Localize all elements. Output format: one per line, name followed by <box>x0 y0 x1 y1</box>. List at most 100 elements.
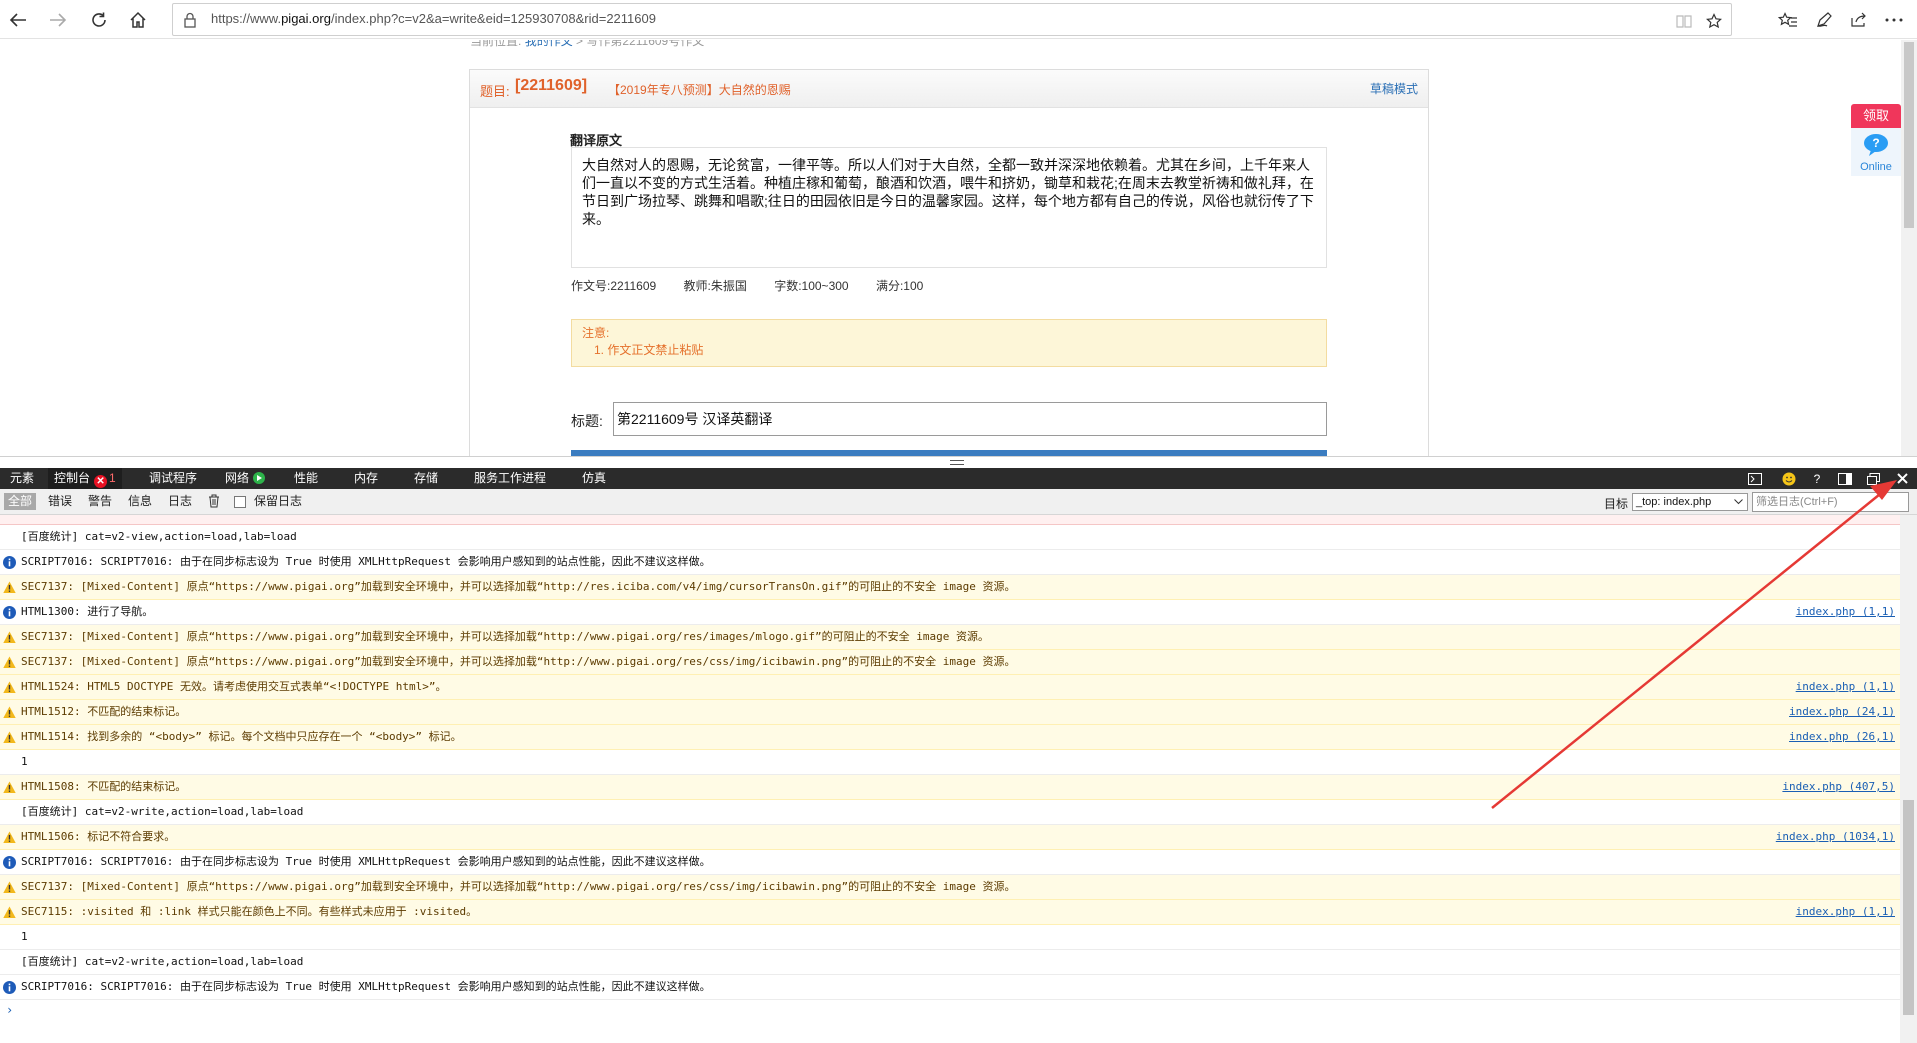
devtools-tab-bar: 元素 控制台 ✕ 1 调试程序 网络 性能 内存 存储 服务工作进程 仿真 ? <box>0 468 1917 489</box>
online-support-button[interactable]: ? Online <box>1851 128 1901 176</box>
favorites-icon <box>1778 12 1797 27</box>
back-button[interactable] <box>2 4 34 36</box>
arrow-left-icon <box>9 13 26 27</box>
tab-debugger[interactable]: 调试程序 <box>143 468 203 489</box>
address-bar[interactable]: https://www.pigai.org/index.php?c=v2&a=w… <box>172 3 1732 36</box>
error-badge-icon: ✕ <box>94 475 108 488</box>
tab-memory[interactable]: 内存 <box>348 468 384 489</box>
dock-button[interactable] <box>1836 470 1854 487</box>
page-scrollbar[interactable] <box>1901 40 1917 456</box>
tab-performance[interactable]: 性能 <box>288 468 324 489</box>
browser-toolbar: https://www.pigai.org/index.php?c=v2&a=w… <box>0 0 1917 39</box>
console-message: HTML1506: 标记不符合要求。 <box>21 830 176 843</box>
share-icon <box>1851 12 1866 27</box>
console-row: SEC7137: [Mixed-Content] 原点“https://www.… <box>0 575 1900 600</box>
source-link[interactable]: index.php (1,1) <box>1796 600 1895 624</box>
favorite-button[interactable] <box>1703 10 1725 32</box>
share-button[interactable] <box>1843 4 1875 36</box>
console-row: HTML1300: 进行了导航。 index.php (1,1) <box>0 600 1900 625</box>
page-scrollbar-thumb[interactable] <box>1904 42 1914 228</box>
refresh-icon <box>92 12 106 27</box>
pen-icon <box>1817 12 1832 27</box>
recording-icon <box>253 472 266 484</box>
draft-mode-link[interactable]: 草稿模式 <box>1370 80 1418 97</box>
tab-network[interactable]: 网络 <box>219 468 271 489</box>
console-prompt[interactable]: › <box>6 1003 13 1017</box>
tab-console[interactable]: 控制台 ✕ 1 <box>48 468 122 489</box>
notice-title: 注意: <box>582 326 610 340</box>
warning-icon <box>3 681 16 694</box>
filter-logs[interactable]: 日志 <box>164 493 196 510</box>
feedback-button[interactable] <box>1780 470 1798 487</box>
tab-service-workers[interactable]: 服务工作进程 <box>468 468 552 489</box>
console-message: SEC7137: [Mixed-Content] 原点“https://www.… <box>21 880 1016 893</box>
title-input[interactable] <box>613 402 1327 436</box>
tab-emulation[interactable]: 仿真 <box>576 468 612 489</box>
filter-info[interactable]: 信息 <box>124 493 156 510</box>
help-icon: ? <box>1813 471 1821 486</box>
source-link[interactable]: index.php (1,1) <box>1796 900 1895 924</box>
console-row: SEC7137: [Mixed-Content] 原点“https://www.… <box>0 625 1900 650</box>
notice-item: 1. 作文正文禁止粘贴 <box>594 343 704 357</box>
chevron-down-icon <box>1734 499 1743 505</box>
clear-console-button[interactable] <box>204 493 224 510</box>
url-text[interactable]: https://www.pigai.org/index.php?c=v2&a=w… <box>211 11 656 26</box>
console-message: HTML1300: 进行了导航。 <box>21 605 154 618</box>
trash-icon <box>209 494 219 508</box>
tab-storage[interactable]: 存储 <box>408 468 444 489</box>
source-link[interactable]: index.php (407,5) <box>1782 775 1895 799</box>
console-row: SCRIPT7016: SCRIPT7016: 由于在同步标志设为 True 时… <box>0 975 1900 1000</box>
forward-button[interactable] <box>42 4 74 36</box>
target-select[interactable]: _top: index.php <box>1632 493 1748 511</box>
tab-elements[interactable]: 元素 <box>4 468 40 489</box>
console-row: [百度统计] cat=v2-write,action=load,lab=load <box>0 800 1900 825</box>
get-button[interactable]: 领取 <box>1851 104 1901 128</box>
console-row: HTML1506: 标记不符合要求。 index.php (1034,1) <box>0 825 1900 850</box>
console-scrollbar[interactable] <box>1900 515 1917 1043</box>
more-button[interactable] <box>1878 4 1910 36</box>
floating-widget[interactable]: 领取 ? Online <box>1851 104 1901 186</box>
smiley-icon <box>1782 472 1796 485</box>
svg-text:?: ? <box>1872 136 1879 150</box>
source-link[interactable]: index.php (24,1) <box>1789 700 1895 724</box>
reading-view-button[interactable] <box>1673 10 1695 32</box>
console-message: HTML1508: 不匹配的结束标记。 <box>21 780 187 793</box>
console-filter-input[interactable]: 筛选日志(Ctrl+F) <box>1752 492 1909 512</box>
splitter-grip-icon[interactable] <box>950 460 964 465</box>
warning-icon <box>3 781 16 794</box>
lock-icon[interactable] <box>183 12 197 28</box>
console-scrollbar-thumb[interactable] <box>1903 800 1914 1015</box>
topic-label: 题目: <box>480 84 510 99</box>
close-devtools-button[interactable] <box>1893 470 1911 487</box>
dock-icon <box>1838 472 1852 485</box>
favorites-button[interactable] <box>1772 4 1804 36</box>
console-row: [百度统计] cat=v2-view,action=load,lab=load <box>0 525 1900 550</box>
keep-log-label[interactable]: 保留日志 <box>250 493 306 510</box>
filter-warnings[interactable]: 警告 <box>84 493 116 510</box>
keep-log-checkbox[interactable] <box>234 496 246 508</box>
home-button[interactable] <box>122 4 154 36</box>
warning-icon <box>3 731 16 744</box>
topic-title: 【2019年专八预测】大自然的恩赐 <box>608 83 791 97</box>
console-message: HTML1512: 不匹配的结束标记。 <box>21 705 187 718</box>
console-toggle-button[interactable] <box>1746 470 1764 487</box>
console-message: HTML1524: HTML5 DOCTYPE 无效。请考虑使用交互式表单“<!… <box>21 680 447 693</box>
console-row: HTML1512: 不匹配的结束标记。 index.php (24,1) <box>0 700 1900 725</box>
help-button[interactable]: ? <box>1808 470 1826 487</box>
source-link[interactable]: index.php (1,1) <box>1796 675 1895 699</box>
console-message: SCRIPT7016: SCRIPT7016: 由于在同步标志设为 True 时… <box>21 855 711 868</box>
word-count: 字数:100~300 <box>774 279 849 293</box>
source-link[interactable]: index.php (26,1) <box>1789 725 1895 749</box>
filter-errors[interactable]: 错误 <box>44 493 76 510</box>
refresh-button[interactable] <box>83 4 115 36</box>
original-text: 大自然对人的恩赐，无论贫富，一律平等。所以人们对于大自然，全都一致并深深地依赖着… <box>571 147 1327 268</box>
console-message: [百度统计] cat=v2-write,action=load,lab=load <box>21 955 304 968</box>
undock-button[interactable] <box>1864 470 1882 487</box>
console-message: [百度统计] cat=v2-write,action=load,lab=load <box>21 805 304 818</box>
console-row: HTML1524: HTML5 DOCTYPE 无效。请考虑使用交互式表单“<!… <box>0 675 1900 700</box>
breadcrumb-link[interactable]: 我的作文 <box>525 40 573 48</box>
notes-button[interactable] <box>1808 4 1840 36</box>
source-link[interactable]: index.php (1034,1) <box>1776 825 1895 849</box>
filter-all[interactable]: 全部 <box>4 493 37 510</box>
devtools-splitter[interactable] <box>0 456 1917 468</box>
